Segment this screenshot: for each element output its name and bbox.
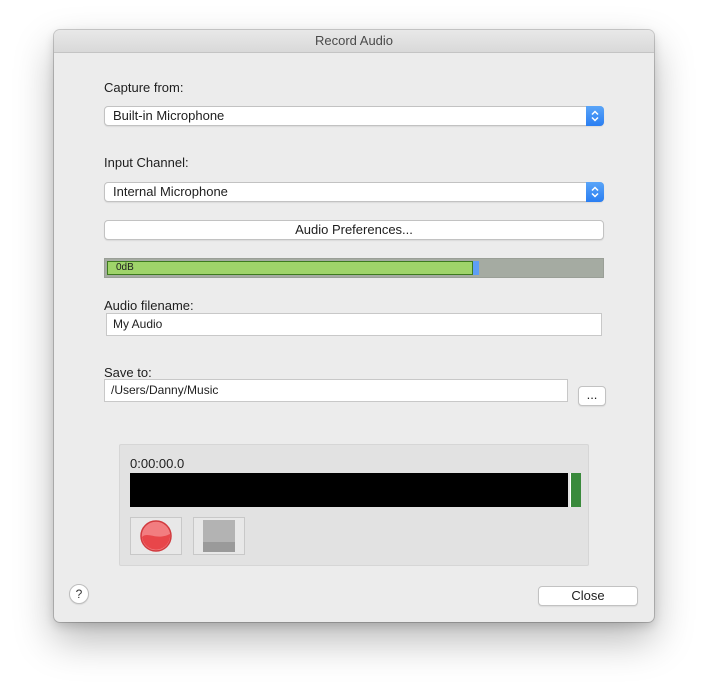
audio-filename-label: Audio filename:: [104, 298, 194, 313]
help-button[interactable]: ?: [69, 584, 89, 604]
chevron-up-down-icon: [586, 106, 604, 126]
window-title: Record Audio: [54, 30, 654, 53]
capture-from-label: Capture from:: [104, 80, 184, 95]
input-channel-value: Internal Microphone: [113, 184, 228, 199]
input-level-meter[interactable]: 0dB: [104, 258, 604, 278]
input-channel-popup[interactable]: Internal Microphone: [104, 182, 604, 202]
save-to-label: Save to:: [104, 365, 152, 380]
output-level-indicator: [570, 473, 581, 507]
capture-from-value: Built-in Microphone: [113, 108, 225, 123]
stop-icon: [203, 520, 235, 552]
input-level-fill: 0dB: [107, 261, 473, 275]
recording-time: 0:00:00.0: [130, 456, 185, 471]
input-channel-label: Input Channel:: [104, 155, 189, 170]
chevron-up-down-icon: [586, 182, 604, 202]
record-audio-window: Record Audio Capture from: Built-in Micr…: [54, 30, 654, 622]
record-icon: [140, 520, 172, 552]
audio-preferences-button[interactable]: Audio Preferences...: [104, 220, 604, 240]
capture-from-popup[interactable]: Built-in Microphone: [104, 106, 604, 126]
input-level-handle[interactable]: [473, 261, 479, 275]
browse-button[interactable]: ...: [578, 386, 606, 406]
record-button[interactable]: [130, 517, 182, 555]
save-to-path-field[interactable]: /Users/Danny/Music: [104, 379, 568, 402]
waveform-display: [130, 473, 568, 507]
stop-button[interactable]: [193, 517, 245, 555]
close-button[interactable]: Close: [538, 586, 638, 606]
recording-panel: 0:00:00.0: [119, 444, 589, 566]
audio-filename-field[interactable]: My Audio: [106, 313, 602, 336]
